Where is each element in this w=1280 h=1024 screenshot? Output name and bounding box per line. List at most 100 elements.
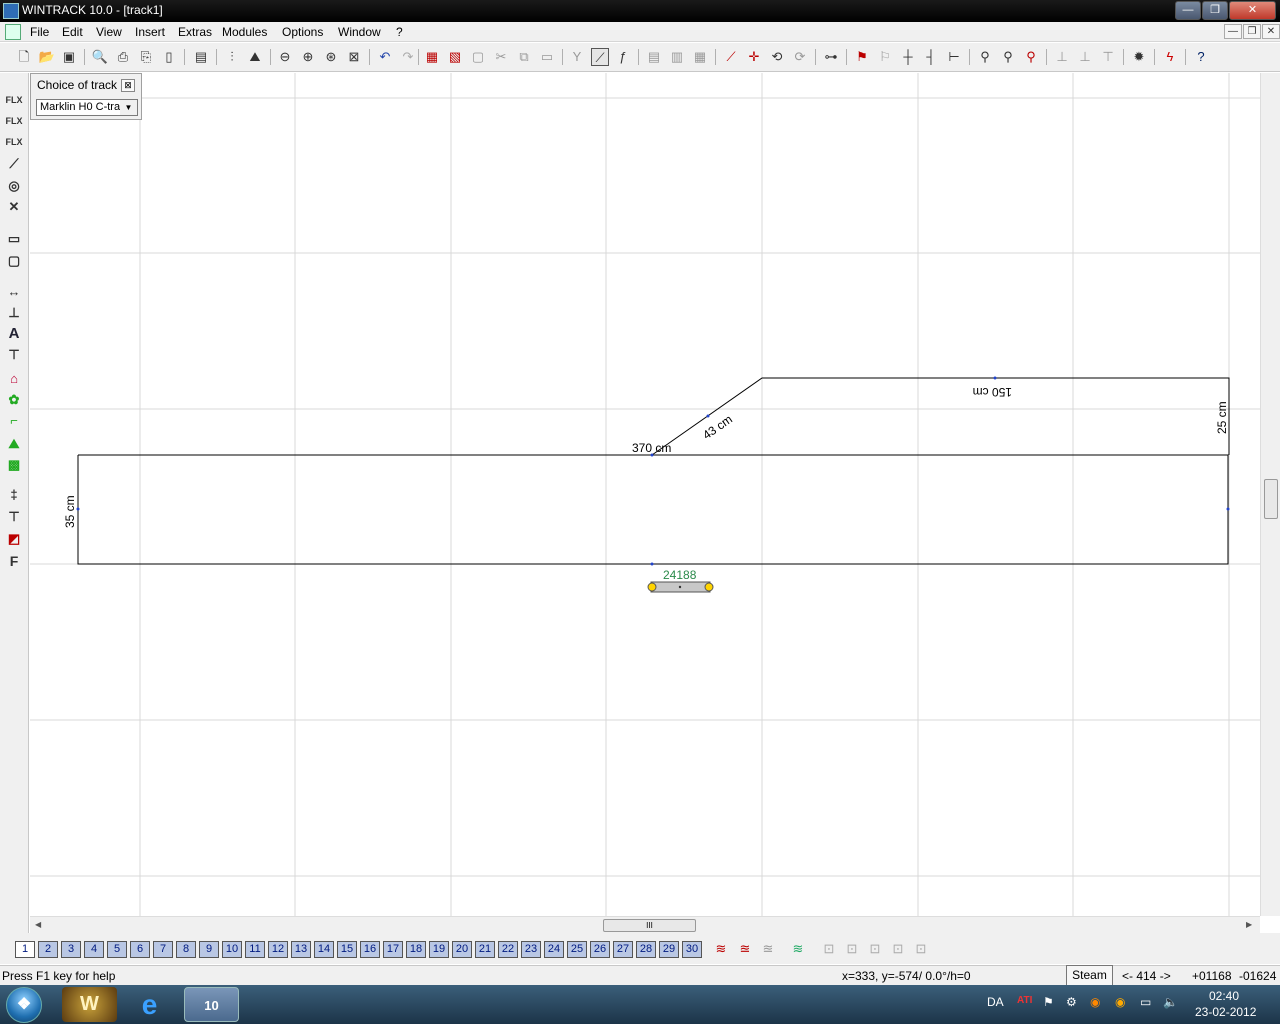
pin2-icon[interactable]: ⚲ <box>999 48 1017 66</box>
menu-edit[interactable]: Edit <box>62 25 83 39</box>
text-icon[interactable]: A <box>5 325 23 343</box>
rotate-icon[interactable]: ⟲ <box>768 48 786 66</box>
signal-icon[interactable]: ⚑ <box>853 48 871 66</box>
baseboard-outline[interactable] <box>77 377 1230 565</box>
open-folder-icon[interactable]: 📂 <box>38 48 56 66</box>
page-icon[interactable]: ▯ <box>160 48 178 66</box>
redo-icon[interactable]: ↷ <box>399 48 417 66</box>
clock-time[interactable]: 02:40 <box>1209 989 1239 1003</box>
layer-button-29[interactable]: 29 <box>659 941 679 958</box>
layer-button-4[interactable]: 4 <box>84 941 104 958</box>
mdi-restore-button[interactable]: ❐ <box>1243 24 1261 39</box>
layer-button-3[interactable]: 3 <box>61 941 81 958</box>
horizontal-scroll-thumb[interactable]: III <box>603 919 696 932</box>
mdi-close-button[interactable]: ✕ <box>1262 24 1280 39</box>
landscape-icon[interactable]: ⛰ <box>246 48 264 66</box>
step-icon[interactable]: ⊤ <box>5 508 23 526</box>
document-icon[interactable] <box>5 24 21 40</box>
pen-icon[interactable]: ϟ <box>1161 48 1179 66</box>
chevron-down-icon[interactable]: ▼ <box>120 100 137 115</box>
menu-window[interactable]: Window <box>338 25 381 39</box>
layer-button-28[interactable]: 28 <box>636 941 656 958</box>
help-cursor-icon[interactable]: ? <box>1192 48 1210 66</box>
layer-button-10[interactable]: 10 <box>222 941 242 958</box>
platform-icon[interactable]: ▭ <box>5 230 23 248</box>
paste-icon[interactable]: ▭ <box>538 48 556 66</box>
zoom-out-icon[interactable]: ⊖ <box>276 48 294 66</box>
view-3-icon[interactable]: ⊡ <box>866 940 884 958</box>
turntable-icon[interactable]: ◎ <box>5 177 23 195</box>
wedge-icon[interactable]: ◩ <box>5 530 23 548</box>
layer-disabled-icon[interactable]: ≊ <box>759 940 777 958</box>
ungroup-icon[interactable]: ▥ <box>668 48 686 66</box>
dimension-icon[interactable]: ↔ <box>5 283 23 301</box>
layer-button-8[interactable]: 8 <box>176 941 196 958</box>
layer-button-19[interactable]: 19 <box>429 941 449 958</box>
zoom-in-icon[interactable]: ⊕ <box>299 48 317 66</box>
wintrack-taskbar-button[interactable]: 10 <box>184 987 239 1022</box>
measure-icon[interactable]: ⟋ <box>722 48 740 66</box>
layer-button-16[interactable]: 16 <box>360 941 380 958</box>
marker-icon[interactable]: ⊤ <box>5 346 23 364</box>
layer-button-9[interactable]: 9 <box>199 941 219 958</box>
volume-icon[interactable]: 🔈 <box>1163 995 1178 1009</box>
layer-button-13[interactable]: 13 <box>291 941 311 958</box>
layer-icon[interactable]: F <box>5 552 23 570</box>
layer-button-21[interactable]: 21 <box>475 941 495 958</box>
close-button[interactable]: ✕ <box>1229 1 1276 20</box>
layer-button-18[interactable]: 18 <box>406 941 426 958</box>
scroll-left-icon[interactable]: ◀ <box>35 920 41 929</box>
maximize-button[interactable]: ❐ <box>1202 1 1228 20</box>
menu-options[interactable]: Options <box>282 25 323 39</box>
print-setup-icon[interactable]: ⎘ <box>137 48 155 66</box>
align-icon[interactable]: ⊥ <box>1053 48 1071 66</box>
steam-tray-icon[interactable]: ⚙ <box>1066 995 1077 1009</box>
gap-icon[interactable]: ⊢ <box>945 48 963 66</box>
layers-stack-icon[interactable]: ≋ <box>712 940 730 958</box>
fit-icon[interactable]: ⊤ <box>1099 48 1117 66</box>
layer-button-6[interactable]: 6 <box>130 941 150 958</box>
panel-close-button[interactable]: ⊠ <box>121 79 135 92</box>
group-icon[interactable]: ▤ <box>645 48 663 66</box>
zoom-window-icon[interactable]: ⊠ <box>345 48 363 66</box>
layer-button-30[interactable]: 30 <box>682 941 702 958</box>
curve-track-icon[interactable]: ⟋ <box>591 48 609 66</box>
app-icon[interactable] <box>3 3 19 19</box>
height-icon[interactable]: ⊥ <box>5 304 23 322</box>
connect-icon[interactable]: ⊶ <box>822 48 840 66</box>
flex-track-icon[interactable]: FLX <box>5 91 23 109</box>
rotate-180-icon[interactable]: ⟳ <box>791 48 809 66</box>
explode-icon[interactable]: ✹ <box>1130 48 1148 66</box>
duplicate-icon[interactable]: ▢ <box>469 48 487 66</box>
menu-modules[interactable]: Modules <box>222 25 267 39</box>
menu-view[interactable]: View <box>96 25 122 39</box>
view-1-icon[interactable]: ⊡ <box>820 940 838 958</box>
print-preview-icon[interactable]: 🔍 <box>91 48 109 66</box>
flex-track-icon[interactable]: ƒ <box>614 48 632 66</box>
new-file-icon[interactable]: 🗋 <box>15 48 33 66</box>
flex-track-3-icon[interactable]: FLX <box>5 133 23 151</box>
export-icon[interactable]: ▤ <box>192 48 210 66</box>
layer-button-17[interactable]: 17 <box>383 941 403 958</box>
view-2-icon[interactable]: ⊡ <box>843 940 861 958</box>
drawing-canvas[interactable]: 370 cm 43 cm 150 cm 25 cm 35 cm 24188 <box>30 73 1260 916</box>
layer-button-7[interactable]: 7 <box>153 941 173 958</box>
split-icon[interactable]: ┼ <box>899 48 917 66</box>
layer-button-25[interactable]: 25 <box>567 941 587 958</box>
view-4-icon[interactable]: ⊡ <box>889 940 907 958</box>
center-icon[interactable]: ✛ <box>745 48 763 66</box>
layer-edit-icon[interactable]: ≊ <box>736 940 754 958</box>
layer-button-11[interactable]: 11 <box>245 941 265 958</box>
layer-button-22[interactable]: 22 <box>498 941 518 958</box>
layer-button-26[interactable]: 26 <box>590 941 610 958</box>
track-piece[interactable] <box>647 581 714 593</box>
print-icon[interactable]: ⎙ <box>114 48 132 66</box>
layer-color-icon[interactable]: ≋ <box>789 940 807 958</box>
layer-button-12[interactable]: 12 <box>268 941 288 958</box>
layer-button-23[interactable]: 23 <box>521 941 541 958</box>
save-icon[interactable]: ▣ <box>60 48 78 66</box>
tray-app-icon[interactable]: ◉ <box>1090 995 1100 1009</box>
track-properties-icon[interactable]: ⫶ <box>223 48 241 66</box>
crossing-icon[interactable]: ✕ <box>5 198 23 216</box>
house-icon[interactable]: ⌂ <box>5 370 23 388</box>
